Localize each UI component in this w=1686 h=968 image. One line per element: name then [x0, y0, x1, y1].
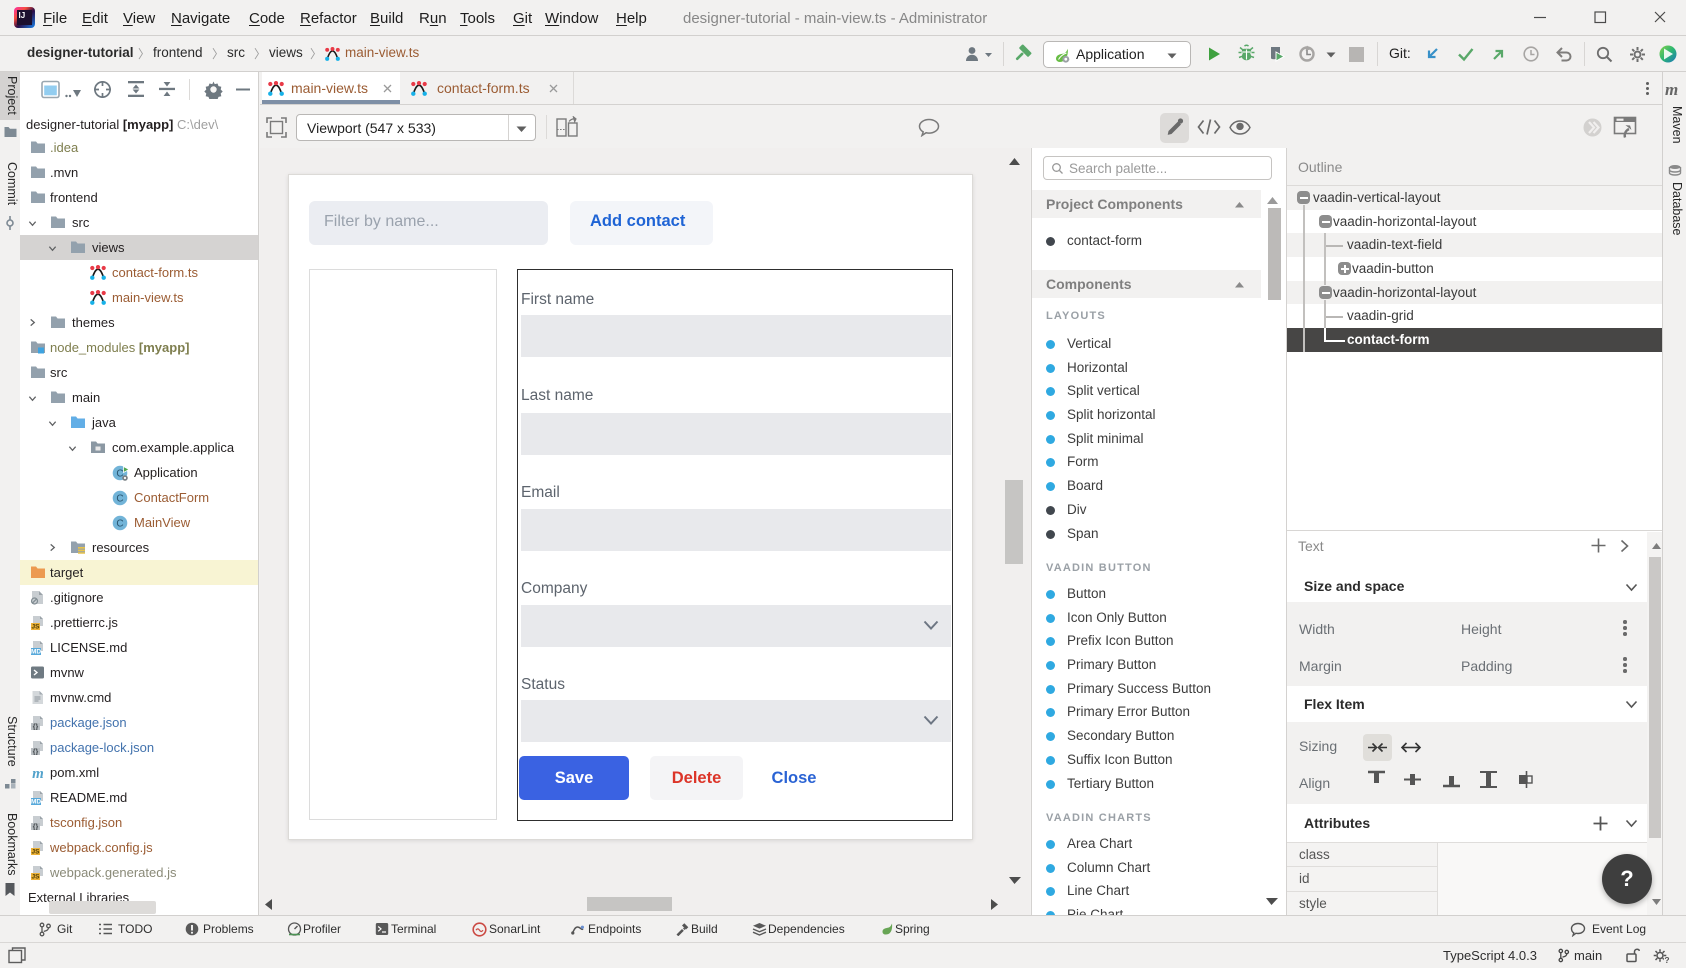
svg-text:{}: {} [33, 824, 39, 830]
svg-text:MD: MD [31, 649, 41, 655]
svg-text:{}: {} [33, 749, 39, 755]
svg-text:JS: JS [32, 849, 41, 855]
svg-text:{}: {} [33, 724, 39, 730]
svg-text:JS: JS [32, 624, 41, 630]
svg-text:m: m [32, 766, 44, 780]
svg-text:?: ? [1664, 955, 1669, 964]
svg-text:C: C [116, 494, 123, 505]
svg-text:MD: MD [31, 799, 41, 805]
svg-text:JS: JS [32, 874, 41, 880]
svg-text:C: C [116, 519, 123, 530]
